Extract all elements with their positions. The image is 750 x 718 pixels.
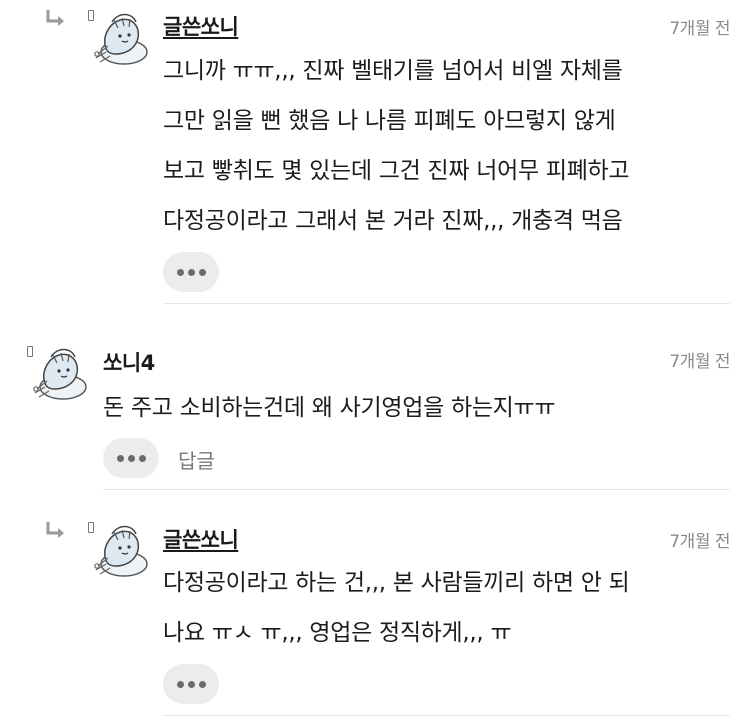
avatar[interactable] [88, 520, 150, 582]
reply-arrow-icon [44, 8, 68, 30]
comment-body-line: 나요 ㅠㅅ ㅠ,,, 영업은 정직하게,,, ㅠ [163, 620, 512, 646]
divider [103, 489, 730, 490]
reply-button[interactable]: 답글 [178, 445, 215, 474]
avatar[interactable] [88, 8, 150, 70]
comment-body-line: 돈 주고 소비하는건데 왜 사기영업을 하는지ㅠㅠ [103, 395, 556, 421]
comment-body-line: 그니까 ㅠㅠ,,, 진짜 벨태기를 넘어서 비엘 자체를 [163, 58, 623, 84]
comment-time: 7개월 전 [669, 352, 730, 372]
more-options-button[interactable] [163, 252, 219, 292]
comment-time: 7개월 전 [669, 19, 730, 39]
comment-author[interactable]: 글쓴쏘니 [163, 11, 239, 41]
comment-body-line: 다정공이라고 그래서 본 거라 진짜,,, 개충격 먹음 [163, 208, 623, 234]
comment-body-line: 그만 읽을 뻔 했음 나 나름 피폐도 아므렇지 않게 [163, 108, 616, 134]
divider [163, 303, 730, 304]
comment-time: 7개월 전 [669, 532, 730, 552]
divider [163, 715, 730, 716]
more-options-button[interactable] [163, 664, 219, 704]
comment-body-line: 다정공이라고 하는 건,,, 본 사람들끼리 하면 안 되 [163, 570, 630, 596]
comment-body-line: 보고 빻취도 몇 있는데 그건 진짜 너어무 피폐하고 [163, 158, 630, 184]
more-options-button[interactable] [103, 438, 159, 478]
comment-author[interactable]: 글쓴쏘니 [163, 524, 239, 554]
reply-arrow-icon [44, 520, 68, 542]
comment-author[interactable]: 쏘니4 [103, 347, 155, 377]
avatar[interactable] [27, 343, 89, 405]
